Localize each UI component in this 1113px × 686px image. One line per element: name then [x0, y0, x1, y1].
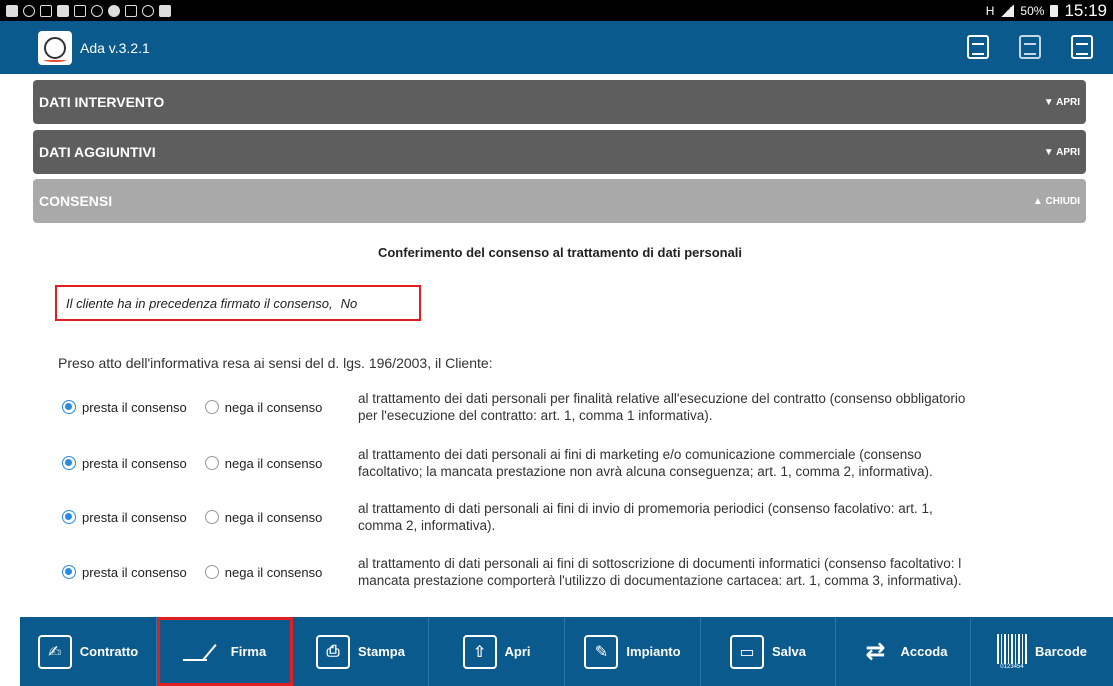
previous-consent-status: Il cliente ha in precedenza firmato il c…	[55, 285, 421, 321]
consent-row: presta il consenso nega il consenso al t…	[62, 446, 1092, 480]
firma-button[interactable]: Firma	[157, 617, 293, 686]
barcode-icon: 0123454	[996, 633, 1027, 670]
impianto-button[interactable]: ✎ Impianto	[565, 617, 701, 686]
system-status: H 50% 15:19	[986, 1, 1107, 21]
apri-button[interactable]: ⇧ Apri	[429, 617, 565, 686]
radio-unselected[interactable]	[204, 510, 219, 524]
barcode-button[interactable]: 0123454 Barcode	[971, 617, 1113, 686]
consent-radio-group: presta il consenso nega il consenso	[62, 565, 358, 580]
app-title: Ada v.3.2.1	[80, 39, 150, 56]
notification-icon	[40, 4, 52, 17]
grant-consent-option[interactable]: presta il consenso	[62, 565, 187, 580]
radio-unselected[interactable]	[204, 456, 219, 470]
edit-list-icon[interactable]	[1019, 35, 1041, 59]
consent-row: presta il consenso nega il consenso al t…	[62, 555, 1092, 589]
radio-unselected[interactable]	[204, 400, 219, 414]
consent-heading: Conferimento del consenso al trattamento…	[377, 245, 743, 260]
consent-description: al trattamento dei dati personali per fi…	[358, 391, 966, 423]
radio-selected[interactable]	[62, 565, 76, 579]
notification-icon	[23, 4, 35, 17]
document-edit-icon: ✎	[584, 634, 619, 669]
accoda-button[interactable]: ⇄ Accoda	[836, 617, 971, 686]
app-logo	[38, 30, 72, 65]
pen-signature-icon	[182, 641, 223, 663]
consent-intro: Preso atto dell'informativa resa ai sens…	[58, 355, 493, 371]
radio-selected[interactable]	[62, 510, 76, 524]
radio-selected[interactable]	[62, 400, 76, 414]
consent-radio-group: presta il consenso nega il consenso	[62, 510, 358, 525]
notification-icon	[6, 4, 18, 17]
deny-consent-option[interactable]: nega il consenso	[204, 565, 322, 580]
clipboard-icon[interactable]	[1071, 35, 1093, 59]
section-consensi[interactable]: CONSENSI ▲ CHIUDI	[33, 179, 1086, 223]
notification-icons	[6, 4, 171, 17]
consent-radio-group: presta il consenso nega il consenso	[62, 456, 358, 471]
consent-row: presta il consenso nega il consenso al t…	[62, 500, 1092, 534]
deny-consent-option[interactable]: nega il consenso	[204, 456, 322, 471]
bottom-toolbar: ✍ Contratto Firma ⎙ Stampa ⇧ Apri ✎ Impi…	[20, 617, 1113, 686]
network-type: H	[985, 3, 995, 18]
contratto-button[interactable]: ✍ Contratto	[20, 617, 157, 686]
section-title: DATI AGGIUNTIVI	[39, 144, 156, 160]
notification-icon	[91, 4, 103, 17]
section-dati-aggiuntivi[interactable]: DATI AGGIUNTIVI ▼ APRI	[33, 130, 1086, 174]
notification-icon	[125, 4, 137, 17]
previous-consent-value: No	[340, 295, 358, 311]
deny-consent-option[interactable]: nega il consenso	[204, 510, 322, 525]
clock: 15:19	[1064, 0, 1107, 20]
expand-toggle[interactable]: ▼ APRI	[1044, 97, 1080, 108]
documents-icon[interactable]	[967, 35, 989, 59]
notification-icon	[74, 4, 86, 17]
previous-consent-label: Il cliente ha in precedenza firmato il c…	[66, 295, 333, 311]
section-title: CONSENSI	[39, 193, 113, 209]
battery-percent: 50%	[1020, 3, 1045, 18]
expand-toggle[interactable]: ▼ APRI	[1044, 147, 1080, 158]
grant-consent-option[interactable]: presta il consenso	[62, 456, 187, 471]
notification-icon	[142, 4, 154, 17]
consent-description: al trattamento dei dati personali ai fin…	[358, 447, 933, 479]
folder-open-icon: ⇧	[462, 634, 497, 669]
grant-consent-option[interactable]: presta il consenso	[62, 400, 187, 415]
notification-icon	[57, 4, 69, 17]
radio-selected[interactable]	[62, 456, 76, 470]
consent-radio-group: presta il consenso nega il consenso	[62, 400, 358, 415]
deny-consent-option[interactable]: nega il consenso	[204, 400, 322, 415]
signal-icon	[1000, 4, 1015, 17]
salva-button[interactable]: ▭ Salva	[701, 617, 836, 686]
section-dati-intervento[interactable]: DATI INTERVENTO ▼ APRI	[33, 80, 1086, 124]
grant-consent-option[interactable]: presta il consenso	[62, 510, 187, 525]
radio-unselected[interactable]	[204, 565, 219, 579]
consent-description: al trattamento di dati personali ai fini…	[358, 556, 962, 588]
section-title: DATI INTERVENTO	[39, 94, 165, 110]
status-bar: H 50% 15:19	[0, 0, 1113, 21]
swap-arrows-icon: ⇄	[865, 638, 886, 665]
consent-description: al trattamento di dati personali ai fini…	[358, 501, 933, 533]
printer-icon: ⎙	[316, 634, 351, 669]
battery-icon	[1050, 4, 1059, 17]
consent-row: presta il consenso nega il consenso al t…	[62, 390, 1092, 424]
collapse-toggle[interactable]: ▲ CHIUDI	[1033, 196, 1080, 207]
app-bar: Ada v.3.2.1	[0, 21, 1113, 74]
contract-sign-icon: ✍	[37, 634, 72, 669]
stampa-button[interactable]: ⎙ Stampa	[293, 617, 429, 686]
notification-icon	[108, 4, 120, 17]
save-icon: ▭	[730, 634, 764, 669]
notification-icon	[159, 4, 171, 17]
